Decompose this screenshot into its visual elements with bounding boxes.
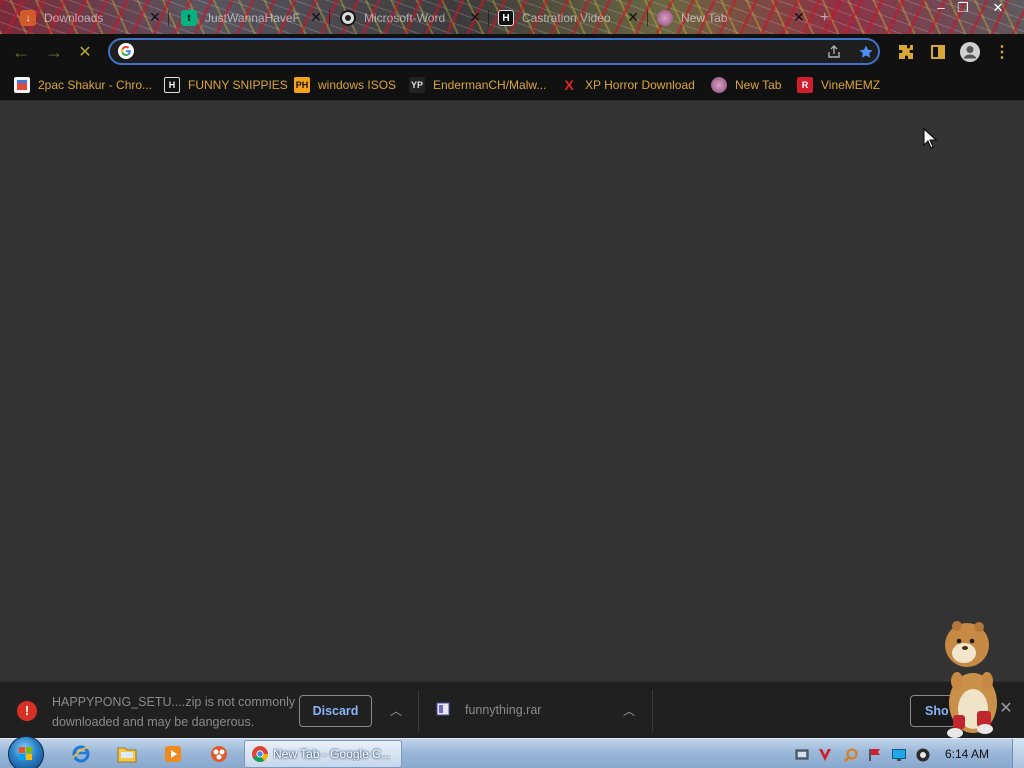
close-icon[interactable]: ✕ <box>308 9 324 25</box>
bookmark-label: windows ISOS <box>318 78 397 92</box>
tab-castration-video[interactable]: H Castration Video ✕ <box>498 6 643 30</box>
bookmark-vinememz[interactable]: R VineMEMZ <box>797 76 880 94</box>
tab-label: Downloads <box>44 11 104 25</box>
v-app-icon[interactable] <box>817 747 833 763</box>
discard-button[interactable]: Discard <box>299 695 372 727</box>
bookmarks-bar: 2pac Shakur - Chro... H FUNNY SNIPPIES P… <box>0 70 1024 101</box>
address-input[interactable] <box>142 42 806 64</box>
google-g-icon <box>118 43 134 59</box>
x-red-icon: X <box>564 77 574 93</box>
download-shelf: ! HAPPYPONG_SETU....zip is not commonly … <box>0 681 1024 739</box>
screen: ↓ Downloads ✕ t JustWannaHaveF ✕ Microso… <box>0 0 1024 768</box>
ie-icon[interactable] <box>70 743 92 765</box>
warning-icon: ! <box>17 701 37 721</box>
explorer-icon[interactable] <box>116 743 138 765</box>
ph-icon: PH <box>294 77 310 93</box>
download-file-name[interactable]: funnything.rar <box>465 703 541 717</box>
omnibox[interactable] <box>108 38 880 65</box>
window-close-button[interactable]: ✕ <box>981 0 1015 18</box>
bookmark-xp-horror[interactable]: X XP Horror Download <box>561 76 695 94</box>
monitor-icon[interactable] <box>891 747 907 763</box>
warning-line: HAPPYPONG_SETU....zip is not commonly <box>52 695 296 709</box>
maximize-button[interactable]: ❐ <box>946 0 980 18</box>
bookmark-label: VineMEMZ <box>821 78 881 92</box>
tab-separator <box>329 10 330 26</box>
download-icon: ↓ <box>20 10 36 26</box>
h-site-icon: H <box>498 10 514 26</box>
menu-kebab-icon[interactable]: ⋮ <box>990 40 1014 64</box>
taskbar-window-label: New Tab - Google C... <box>273 747 391 761</box>
side-panel-icon[interactable] <box>926 40 950 64</box>
hamster-desktop-pet[interactable] <box>935 615 1007 740</box>
windows-logo-icon <box>19 747 32 760</box>
chrome-newtab-icon <box>657 10 673 26</box>
close-icon[interactable]: ✕ <box>467 9 483 25</box>
profile-avatar-icon[interactable] <box>958 40 982 64</box>
page-content <box>0 101 1024 681</box>
bookmark-label: XP Horror Download <box>585 78 695 92</box>
bookmark-star-icon[interactable] <box>856 42 876 62</box>
bookmark-label: 2pac Shakur - Chro... <box>38 78 153 92</box>
bookmark-endermanch[interactable]: YP EndermanCH/Malw... <box>409 76 546 94</box>
stop-loading-button[interactable]: ✕ <box>73 40 97 64</box>
system-clock[interactable]: 6:14 AM <box>945 747 989 761</box>
close-icon[interactable]: ✕ <box>147 9 163 25</box>
tab-justwannahavef[interactable]: t JustWannaHaveF ✕ <box>181 6 326 30</box>
media-player-icon[interactable] <box>162 743 184 765</box>
yp-icon: YP <box>409 77 425 93</box>
tab-downloads[interactable]: ↓ Downloads ✕ <box>20 6 165 30</box>
shelf-separator <box>652 690 653 732</box>
bookmark-windows-isos[interactable]: PH windows ISOS <box>294 76 396 94</box>
start-button[interactable] <box>8 736 44 768</box>
chrome-icon <box>252 746 268 762</box>
dock-icon[interactable] <box>208 743 230 765</box>
flag-icon[interactable] <box>867 747 883 763</box>
browser-toolbar: ← → ✕ ⋮ <box>0 34 1024 70</box>
tumblr-icon: t <box>181 10 197 26</box>
new-tab-button[interactable]: + <box>820 6 840 30</box>
tab-label: New Tab <box>681 11 728 25</box>
github-icon <box>340 10 356 26</box>
tab-separator <box>488 10 489 26</box>
bookmark-label: EndermanCH/Malw... <box>433 78 547 92</box>
archive-file-icon <box>436 702 450 716</box>
tab-microsoft-word[interactable]: Microsoft-Word ✕ <box>340 6 485 30</box>
bookmark-label: New Tab <box>735 78 782 92</box>
chevron-up-icon[interactable]: ︿ <box>621 702 637 718</box>
tab-label: JustWannaHaveF <box>205 11 300 25</box>
tab-strip: ↓ Downloads ✕ t JustWannaHaveF ✕ Microso… <box>0 0 1024 34</box>
shelf-separator <box>418 690 419 732</box>
download-warning: HAPPYPONG_SETU....zip is not commonly do… <box>52 692 297 732</box>
mouse-pointer-icon <box>923 128 937 149</box>
store-icon <box>14 77 30 93</box>
chevron-up-icon[interactable]: ︿ <box>388 702 404 718</box>
search-app-icon[interactable] <box>843 747 859 763</box>
taskbar: New Tab - Google C... 6:14 AM <box>0 736 1024 768</box>
tab-separator <box>647 10 648 26</box>
r-red-icon: R <box>797 77 813 93</box>
share-icon[interactable] <box>824 42 844 62</box>
tab-new-tab[interactable]: New Tab ✕ <box>657 6 817 30</box>
close-icon[interactable]: ✕ <box>791 9 807 25</box>
bookmark-new-tab[interactable]: New Tab <box>711 76 781 94</box>
extensions-icon[interactable] <box>894 40 918 64</box>
chrome-newtab-icon <box>711 77 727 93</box>
bookmark-funny-snippies[interactable]: H FUNNY SNIPPIES <box>164 76 288 94</box>
tab-separator <box>168 10 169 26</box>
bookmark-2pac[interactable]: 2pac Shakur - Chro... <box>14 76 152 94</box>
tab-label: Castration Video <box>522 11 611 25</box>
volume-icon[interactable] <box>915 747 931 763</box>
bookmark-label: FUNNY SNIPPIES <box>188 78 288 92</box>
close-icon[interactable]: ✕ <box>625 9 641 25</box>
show-desktop-button[interactable] <box>1012 739 1024 768</box>
warning-line: downloaded and may be dangerous. <box>52 715 255 729</box>
forward-button[interactable]: → <box>42 40 66 64</box>
taskbar-chrome-window[interactable]: New Tab - Google C... <box>244 740 402 768</box>
h-site-icon: H <box>164 77 180 93</box>
back-button[interactable]: ← <box>9 40 33 64</box>
network-icon[interactable] <box>794 747 810 763</box>
tab-label: Microsoft-Word <box>364 11 446 25</box>
